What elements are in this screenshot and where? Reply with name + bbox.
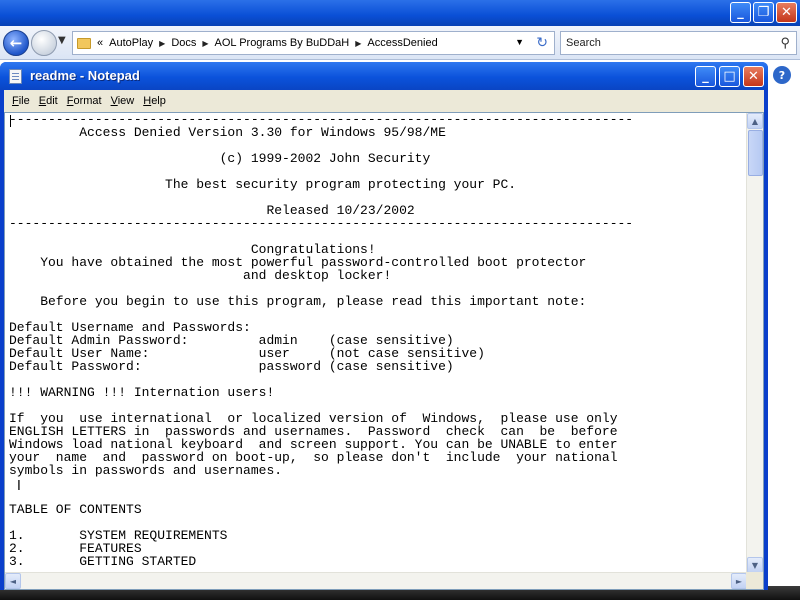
text-line: The best security program protecting you… — [9, 177, 517, 192]
refresh-icon[interactable]: ↻ — [536, 34, 548, 51]
text-line: symbols in passwords and usernames. — [9, 463, 283, 478]
text-line: Access Denied Version 3.30 for Windows 9… — [9, 125, 446, 140]
address-bar[interactable]: « AutoPlay ▶ Docs ▶ AOL Programs By BuDD… — [72, 31, 555, 55]
help-icon[interactable]: ? — [773, 66, 791, 84]
text-editor-area[interactable]: ----------------------------------------… — [4, 112, 764, 590]
menu-help[interactable]: Help — [143, 95, 166, 107]
text-line: ----------------------------------------… — [9, 216, 634, 231]
folder-icon — [77, 37, 91, 49]
chevron-right-icon[interactable]: ▶ — [202, 39, 208, 48]
text-line — [9, 477, 747, 490]
vertical-scrollbar[interactable]: ▲ ▼ — [746, 113, 763, 573]
forward-arrow-icon[interactable] — [31, 30, 57, 56]
text-line: TABLE OF CONTENTS — [9, 502, 142, 517]
search-placeholder: Search — [566, 37, 601, 49]
text-line: 3. GETTING STARTED — [9, 554, 197, 569]
menu-edit[interactable]: Edit — [39, 95, 58, 107]
search-input[interactable]: Search ⚲ — [560, 31, 797, 55]
notepad-title-bar[interactable]: readme - Notepad _ □ ✕ — [0, 62, 768, 90]
explorer-title-bar: _ ❐ ✕ — [0, 0, 800, 26]
notepad-close-button[interactable]: ✕ — [743, 66, 764, 87]
back-arrow-icon[interactable]: ← — [3, 30, 29, 56]
breadcrumb-aol-programs[interactable]: AOL Programs By BuDDaH — [215, 37, 350, 49]
menu-format[interactable]: Format — [67, 95, 102, 107]
horizontal-scrollbar[interactable]: ◄ ► — [5, 572, 747, 589]
recent-pages-dropdown-icon[interactable]: ▼ — [58, 35, 66, 46]
explorer-minimize-button[interactable]: _ — [730, 2, 751, 23]
explorer-content-area — [768, 60, 800, 600]
text-line: (c) 1999-2002 John Security — [9, 151, 431, 166]
menu-view[interactable]: View — [111, 95, 135, 107]
notepad-window: readme - Notepad _ □ ✕ File Edit Format … — [0, 62, 768, 590]
vertical-scroll-thumb[interactable] — [748, 130, 763, 176]
document-text[interactable]: ----------------------------------------… — [9, 113, 747, 573]
ibeam-cursor-icon: I — [17, 479, 21, 494]
scroll-right-icon[interactable]: ► — [731, 573, 747, 589]
text-line: Before you begin to use this program, pl… — [9, 294, 587, 309]
breadcrumb-docs[interactable]: Docs — [171, 37, 196, 49]
scroll-up-icon[interactable]: ▲ — [747, 113, 763, 129]
notepad-app-icon[interactable] — [9, 69, 22, 84]
scroll-down-icon[interactable]: ▼ — [747, 557, 763, 573]
text-line: Default Password: password (case sensiti… — [9, 359, 454, 374]
notepad-maximize-button[interactable]: □ — [719, 66, 740, 87]
breadcrumb-accessdenied[interactable]: AccessDenied — [367, 37, 437, 49]
menu-bar: File Edit Format View Help — [4, 90, 764, 112]
text-line: and desktop locker! — [9, 268, 392, 283]
explorer-address-row: ← ▼ « AutoPlay ▶ Docs ▶ AOL Programs By … — [0, 26, 800, 60]
text-line: !!! WARNING !!! Internation users! — [9, 385, 275, 400]
breadcrumb-prefix: « — [97, 37, 104, 49]
menu-file[interactable]: File — [12, 95, 30, 107]
breadcrumb-autoplay[interactable]: AutoPlay — [109, 37, 153, 49]
address-dropdown-icon[interactable]: ▼ — [515, 37, 524, 47]
chevron-right-icon[interactable]: ▶ — [355, 39, 361, 48]
explorer-restore-button[interactable]: ❐ — [753, 2, 774, 23]
chevron-right-icon[interactable]: ▶ — [159, 39, 165, 48]
notepad-minimize-button[interactable]: _ — [695, 66, 716, 87]
scrollbar-corner — [746, 572, 763, 589]
explorer-close-button[interactable]: ✕ — [776, 2, 797, 23]
scroll-left-icon[interactable]: ◄ — [5, 573, 21, 589]
window-title: readme - Notepad — [30, 68, 140, 83]
text-caret — [10, 115, 11, 127]
search-icon[interactable]: ⚲ — [780, 35, 790, 51]
